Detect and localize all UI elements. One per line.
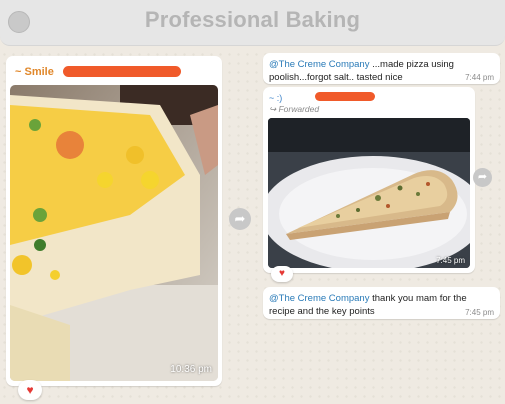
heart-icon[interactable]: ♥ [271, 266, 293, 282]
sender-name[interactable]: ~ Smile [15, 66, 54, 78]
redacted-phone [63, 66, 181, 77]
forwarded-label: ↪ Forwarded [269, 104, 320, 114]
mention-link[interactable]: @The Creme Company [269, 59, 369, 70]
pizza-photo[interactable]: 10:36 pm [10, 85, 218, 381]
pizza-slice-image [268, 118, 470, 268]
mention-link[interactable]: @The Creme Company [269, 293, 369, 304]
sender-name[interactable]: ~ :) [269, 93, 282, 103]
window-titlebar: Professional Baking [0, 0, 505, 46]
message-text: @The Creme Company ...made pizza using p… [269, 58, 459, 84]
message-bubble-text[interactable]: @The Creme Company thank you mam for the… [263, 287, 500, 319]
message-text: @The Creme Company thank you mam for the… [269, 292, 484, 318]
message-time: 7:45 pm [465, 308, 494, 317]
forward-icon[interactable]: ➦ [473, 168, 492, 187]
pizza-slice-image [10, 85, 218, 381]
pizza-photo[interactable]: 7:45 pm [268, 118, 470, 268]
heart-icon[interactable]: ♥ [18, 380, 42, 400]
message-bubble-left[interactable]: ~ Smile 10:36 pm [6, 56, 222, 386]
message-time: 7:44 pm [465, 73, 494, 82]
message-time: 7:45 pm [436, 256, 465, 265]
forward-icon[interactable]: ➦ [229, 208, 251, 230]
window-title: Professional Baking [144, 7, 361, 32]
redacted-phone [315, 92, 375, 101]
message-bubble-text[interactable]: @The Creme Company ...made pizza using p… [263, 53, 500, 84]
message-time: 10:36 pm [170, 364, 212, 375]
message-bubble-photo[interactable]: ~ :) ↪ Forwarded 7:45 pm [263, 87, 475, 273]
